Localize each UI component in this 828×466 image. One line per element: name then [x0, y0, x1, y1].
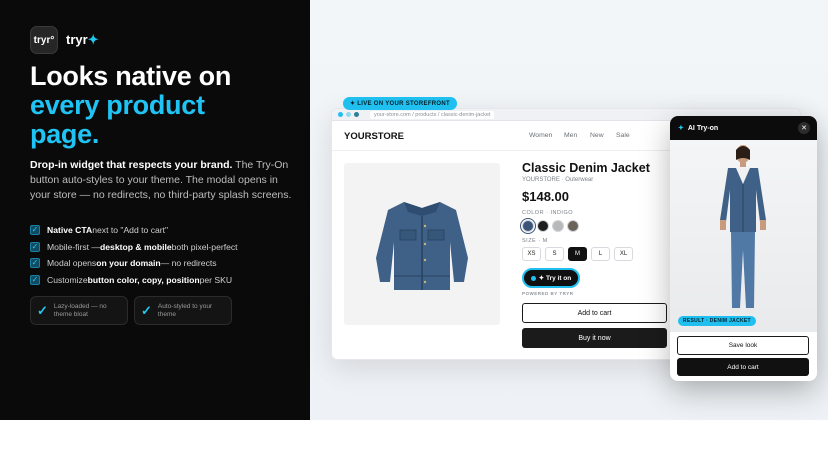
check-icon: ✓	[30, 258, 40, 268]
brand-name: tryr✦	[66, 32, 99, 48]
feature-pill-lazy: ✓ Lazy-loaded — no theme bloat	[30, 296, 128, 325]
product-image	[344, 163, 500, 325]
pill-text: Auto-styled to your theme	[157, 302, 213, 318]
feature-bold: button color, copy, position	[87, 274, 200, 285]
hero-panel: tryr° tryr✦ Looks native on every produc…	[0, 0, 310, 420]
modal-add-to-cart-button[interactable]: Add to cart	[677, 358, 809, 376]
feature-list: ✓ Native CTA next to "Add to cart" ✓ Mob…	[30, 222, 305, 288]
headline-line-2: every product	[30, 90, 205, 120]
modal-header: ✦ AI Try-on	[670, 116, 817, 140]
try-it-on-label: ✦ Try it on	[538, 275, 572, 282]
modal-title: AI Try-on	[687, 124, 719, 132]
headline-line-1: Looks native on	[30, 61, 232, 91]
nav-men[interactable]: Men	[564, 132, 577, 139]
store-logo[interactable]: YOURSTORE	[344, 131, 404, 142]
size-xs[interactable]: XS	[522, 247, 541, 261]
feature-text: Mobile-first —	[47, 241, 101, 252]
swatch-black[interactable]	[537, 220, 549, 232]
feature-item: ✓ Mobile-first — desktop & mobile both p…	[30, 239, 305, 255]
check-icon: ✓	[30, 241, 40, 252]
check-icon: ✓	[30, 274, 40, 285]
status-dot-icon	[530, 275, 536, 281]
denim-jacket-image	[376, 202, 468, 290]
feature-text: Customize	[47, 274, 88, 285]
swatch-indigo[interactable]	[522, 220, 534, 232]
brand-text: tryr	[66, 32, 88, 47]
spark-icon: ✦	[678, 125, 684, 132]
feature-pill-autostyle: ✓ Auto-styled to your theme	[134, 296, 232, 325]
nav-sale[interactable]: Sale	[616, 132, 630, 139]
feature-text: both pixel-perfect	[171, 241, 238, 252]
hero-description: Drop-in widget that respects your brand.…	[30, 158, 300, 203]
window-dot-icon	[338, 112, 343, 117]
check-icon: ✓	[37, 302, 48, 318]
feature-text: Modal opens	[47, 258, 97, 268]
tryr-logo: tryr°	[30, 26, 58, 54]
swatch-grey[interactable]	[552, 220, 564, 232]
check-icon: ✓	[141, 302, 152, 318]
buy-now-button[interactable]: Buy it now	[522, 328, 667, 348]
window-dot-icon	[354, 112, 359, 117]
size-s[interactable]: S	[545, 247, 564, 261]
nav-new[interactable]: New	[590, 132, 604, 139]
feature-bold: Native CTA	[47, 225, 93, 235]
swatch-brown[interactable]	[567, 220, 579, 232]
feature-text: per SKU	[199, 274, 233, 285]
product-price: $148.00	[522, 189, 569, 204]
product-subtitle: YOURSTORE · Outerwear	[522, 177, 594, 183]
size-xl[interactable]: XL	[614, 247, 633, 261]
result-badge: RESULT · DENIM JACKET	[678, 316, 756, 326]
page-title: Looks native on every product page.	[30, 62, 300, 149]
try-on-result-image	[670, 140, 817, 332]
pill-text: Lazy-loaded — no theme bloat	[53, 302, 107, 318]
desc-bold: Drop-in widget that respects your brand.	[30, 159, 233, 171]
feature-item: ✓ Modal opens on your domain — no redire…	[30, 255, 305, 271]
save-look-button[interactable]: Save look	[677, 336, 809, 355]
size-m[interactable]: M	[568, 247, 587, 261]
close-icon[interactable]: ✕	[798, 122, 810, 134]
url-text[interactable]: your-store.com / products / classic-deni…	[370, 110, 495, 119]
nav-women[interactable]: Women	[529, 132, 552, 139]
add-to-cart-button[interactable]: Add to cart	[522, 303, 667, 323]
color-label: COLOR · INDIGO	[522, 210, 574, 216]
feature-text: next to "Add to cart"	[92, 225, 169, 235]
size-label: SIZE · M	[522, 238, 548, 244]
size-l[interactable]: L	[591, 247, 610, 261]
feature-bold: desktop & mobile	[100, 241, 172, 252]
live-badge: ✦ LIVE ON YOUR STOREFRONT	[343, 97, 457, 110]
feature-item: ✓ Customize button color, copy, position…	[30, 272, 305, 288]
window-dot-icon	[346, 112, 351, 117]
headline-line-3: page.	[30, 119, 100, 149]
feature-bold: on your domain	[96, 258, 161, 268]
product-title: Classic Denim Jacket	[522, 161, 650, 175]
check-icon: ✓	[30, 225, 40, 235]
try-it-on-button[interactable]: ✦ Try it on	[522, 268, 580, 288]
spark-icon: ✦	[87, 32, 99, 47]
feature-text: — no redirects	[160, 258, 217, 268]
feature-item: ✓ Native CTA next to "Add to cart"	[30, 222, 305, 238]
powered-by: POWERED BY TRYR	[522, 291, 574, 296]
model-figure-image	[720, 145, 766, 313]
try-on-modal: ✦ AI Try-on ✕ RESULT · DENIM JACKET Save…	[670, 116, 817, 381]
